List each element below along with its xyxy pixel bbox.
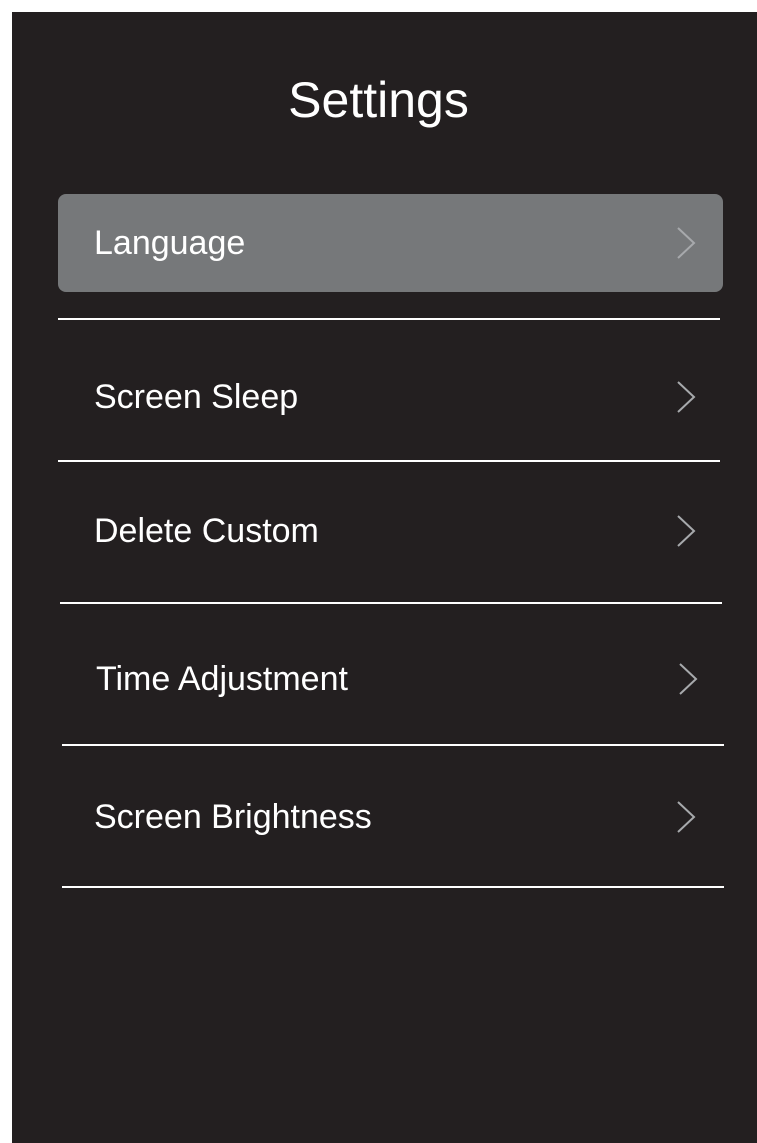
menu-item-label: Screen Brightness (94, 798, 372, 836)
menu-item-label: Screen Sleep (94, 378, 299, 416)
settings-screen: Settings Language Screen Sleep Delete Cu… (12, 12, 757, 1143)
menu-divider (58, 460, 720, 462)
menu-item-label: Language (94, 224, 246, 262)
menu-item-time-adjustment[interactable]: Time Adjustment (60, 630, 725, 728)
chevron-right-icon (679, 663, 698, 695)
menu-divider (60, 602, 722, 604)
menu-item-language[interactable]: Language (58, 194, 723, 292)
menu-item-screen-brightness[interactable]: Screen Brightness (58, 768, 723, 866)
menu-divider (58, 318, 720, 320)
chevron-right-icon (677, 801, 696, 833)
chevron-right-icon (677, 227, 696, 259)
page-title: Settings (288, 72, 469, 128)
menu-item-label: Delete Custom (94, 512, 319, 550)
chevron-right-icon (677, 515, 696, 547)
menu-item-delete-custom[interactable]: Delete Custom (58, 482, 723, 580)
menu-divider (62, 744, 724, 746)
menu-divider (62, 886, 724, 888)
chevron-right-icon (677, 381, 696, 413)
menu-item-label: Time Adjustment (96, 660, 348, 698)
menu-item-screen-sleep[interactable]: Screen Sleep (58, 348, 723, 446)
